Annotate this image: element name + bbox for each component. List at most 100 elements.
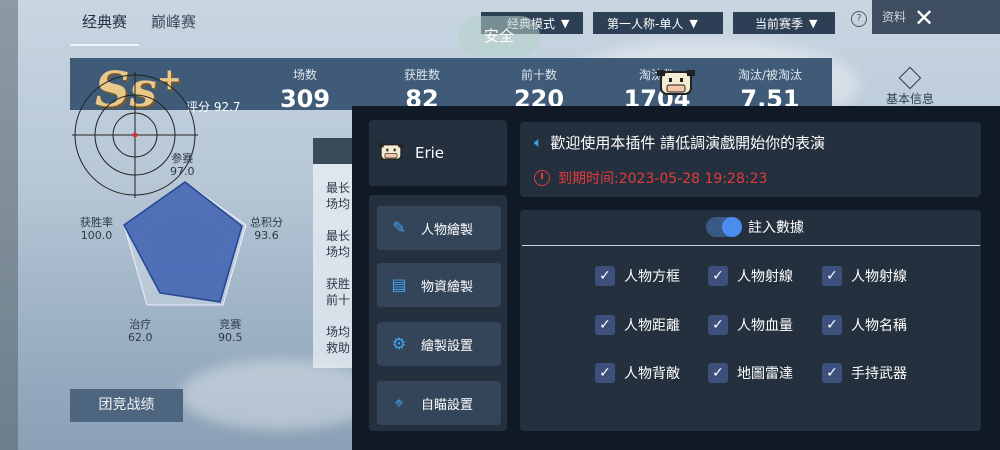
stat-label: 获胜数 (403, 68, 440, 82)
detail-item: 获胜 前十 (326, 276, 350, 308)
check-icon: ✓ (708, 266, 728, 286)
checkbox-label: 手持武器 (851, 366, 907, 382)
check-icon: ✓ (822, 363, 842, 383)
stat-label: 场数 (292, 68, 317, 82)
menu-label: 物資繪製 (421, 279, 474, 295)
radar-label-compete: 竞赛 90.5 (218, 318, 243, 344)
stat-label: 淘汰/被淘汰 (737, 68, 803, 82)
info-card: 🔈︎ 歡迎使用本插件 請低調演戲開始你的表演 到期时间:2023-05-28 1… (520, 122, 981, 197)
expire-text: 到期时间:2023-05-28 19:28:23 (558, 171, 768, 187)
detail-text: 场均 (326, 197, 351, 211)
radar-label-text: 总积分 (250, 216, 283, 229)
detail-text: 场均 (326, 325, 351, 339)
radar-value: 97.0 (170, 165, 195, 178)
radar-label-heal: 治疗 62.0 (128, 318, 153, 344)
tab-peak[interactable]: 巅峰赛 (139, 0, 208, 46)
detail-text: 最长 (326, 181, 351, 195)
check-icon: ✓ (595, 363, 615, 383)
crosshair-icon: ⌖ (394, 393, 404, 412)
menu-label: 自瞄設置 (421, 397, 474, 413)
checkbox-player-back[interactable]: ✓ 人物背敵 (595, 363, 680, 383)
inject-toggle-label: 註入數據 (748, 220, 804, 236)
safe-indicator: 安全 (458, 16, 540, 56)
radar-label-total: 总积分 93.6 (250, 216, 283, 242)
radar-value: 100.0 (80, 229, 113, 242)
diamond-icon (898, 66, 922, 90)
cow-mascot-icon (657, 70, 695, 95)
welcome-text: 歡迎使用本插件 請低調演戲開始你的表演 (550, 134, 826, 152)
left-edge-strip (0, 0, 18, 450)
cow-avatar-icon (378, 143, 404, 160)
detail-text: 最长 (326, 229, 351, 243)
menu-player-draw[interactable]: ✎ 人物繪製 (377, 206, 501, 250)
gear-icon: ⚙ (391, 334, 407, 353)
detail-item: 最长 场均 (326, 228, 350, 260)
menu-label: 人物繪製 (421, 222, 474, 238)
checkbox-label: 人物方框 (624, 269, 680, 285)
radar-value: 93.6 (254, 229, 279, 242)
radar-label-winrate: 获胜率 100.0 (80, 216, 113, 242)
checkbox-label: 人物射線 (737, 269, 793, 285)
radar-value: 62.0 (128, 331, 153, 344)
stat-matches: 场数 309 (260, 66, 350, 113)
tab-classic[interactable]: 经典赛 (70, 0, 140, 46)
basic-info-label: 基本信息 (885, 92, 934, 106)
checkbox-player-distance[interactable]: ✓ 人物距離 (595, 315, 680, 335)
inject-toggle[interactable] (706, 217, 742, 237)
checkbox-player-health[interactable]: ✓ 人物血量 (708, 315, 793, 335)
checkbox-held-weapon[interactable]: ✓ 手持武器 (822, 363, 907, 383)
detail-text: 救助 (326, 341, 351, 355)
stat-value: 309 (279, 85, 331, 113)
welcome-line: 🔈︎ 歡迎使用本插件 請低調演戲開始你的表演 (534, 132, 825, 153)
detail-text: 场均 (326, 245, 351, 259)
detail-item: 最长 场均 (326, 180, 350, 212)
inject-toggle-row: 註入數據 (706, 217, 804, 237)
perspective-dropdown[interactable]: 第一人称-单人 ▼ (593, 12, 723, 34)
check-icon: ✓ (822, 315, 842, 335)
team-record-button[interactable]: 团竞战绩 (70, 389, 183, 422)
user-card: Erie (369, 120, 507, 186)
menu-aim-settings[interactable]: ⌖ 自瞄設置 (377, 381, 501, 425)
check-icon: ✓ (708, 363, 728, 383)
menu-item-draw[interactable]: ▤ 物資繪製 (377, 263, 501, 307)
checkbox-label: 人物血量 (737, 318, 793, 334)
season-dropdown[interactable]: 当前赛季 ▼ (733, 12, 835, 34)
chevron-down-icon: ▼ (689, 16, 698, 30)
close-area: 资料 (872, 0, 1000, 34)
checkbox-label: 人物名稱 (851, 318, 907, 334)
checkbox-player-name[interactable]: ✓ 人物名稱 (822, 315, 907, 335)
expire-line: 到期时间:2023-05-28 19:28:23 (534, 168, 767, 188)
radar-shape (123, 181, 247, 306)
season-dropdown-label: 当前赛季 (755, 16, 804, 31)
checkbox-label: 人物距離 (624, 318, 680, 334)
toggle-knob (722, 217, 742, 237)
radar-label-participate: 参赛 97.0 (170, 152, 195, 178)
box-icon: ▤ (391, 275, 407, 294)
detail-item: 场均 救助 (326, 324, 350, 356)
menu-label: 繪製設置 (421, 338, 474, 354)
options-divider (522, 245, 980, 246)
check-icon: ✓ (708, 315, 728, 335)
checkbox-player-ray-2[interactable]: ✓ 人物射線 (822, 266, 907, 286)
detail-text: 获胜 (326, 277, 351, 291)
cloud (180, 360, 380, 430)
clock-icon (534, 170, 550, 186)
detail-text: 前十 (326, 293, 351, 307)
stat-label: 前十数 (520, 68, 557, 82)
radar-value: 90.5 (218, 331, 243, 344)
close-icon[interactable]: ✕ (914, 4, 934, 32)
checkbox-player-box[interactable]: ✓ 人物方框 (595, 266, 680, 286)
checkbox-map-radar[interactable]: ✓ 地圖雷達 (708, 363, 793, 383)
mode-tabs: 经典赛 巅峰赛 (70, 0, 208, 46)
radar-label-text: 竞赛 (219, 318, 242, 331)
check-icon: ✓ (595, 266, 615, 286)
chevron-down-icon: ▼ (561, 16, 570, 30)
help-icon[interactable]: ? (851, 11, 867, 27)
radar-label-text: 参赛 (171, 152, 194, 165)
checkbox-player-ray[interactable]: ✓ 人物射線 (708, 266, 793, 286)
speaker-icon: 🔈︎ (534, 134, 543, 151)
perspective-dropdown-label: 第一人称-单人 (607, 16, 684, 31)
pencil-icon: ✎ (392, 218, 406, 237)
basic-info-button[interactable]: 基本信息 (880, 66, 940, 107)
menu-draw-settings[interactable]: ⚙ 繪製設置 (377, 322, 501, 366)
